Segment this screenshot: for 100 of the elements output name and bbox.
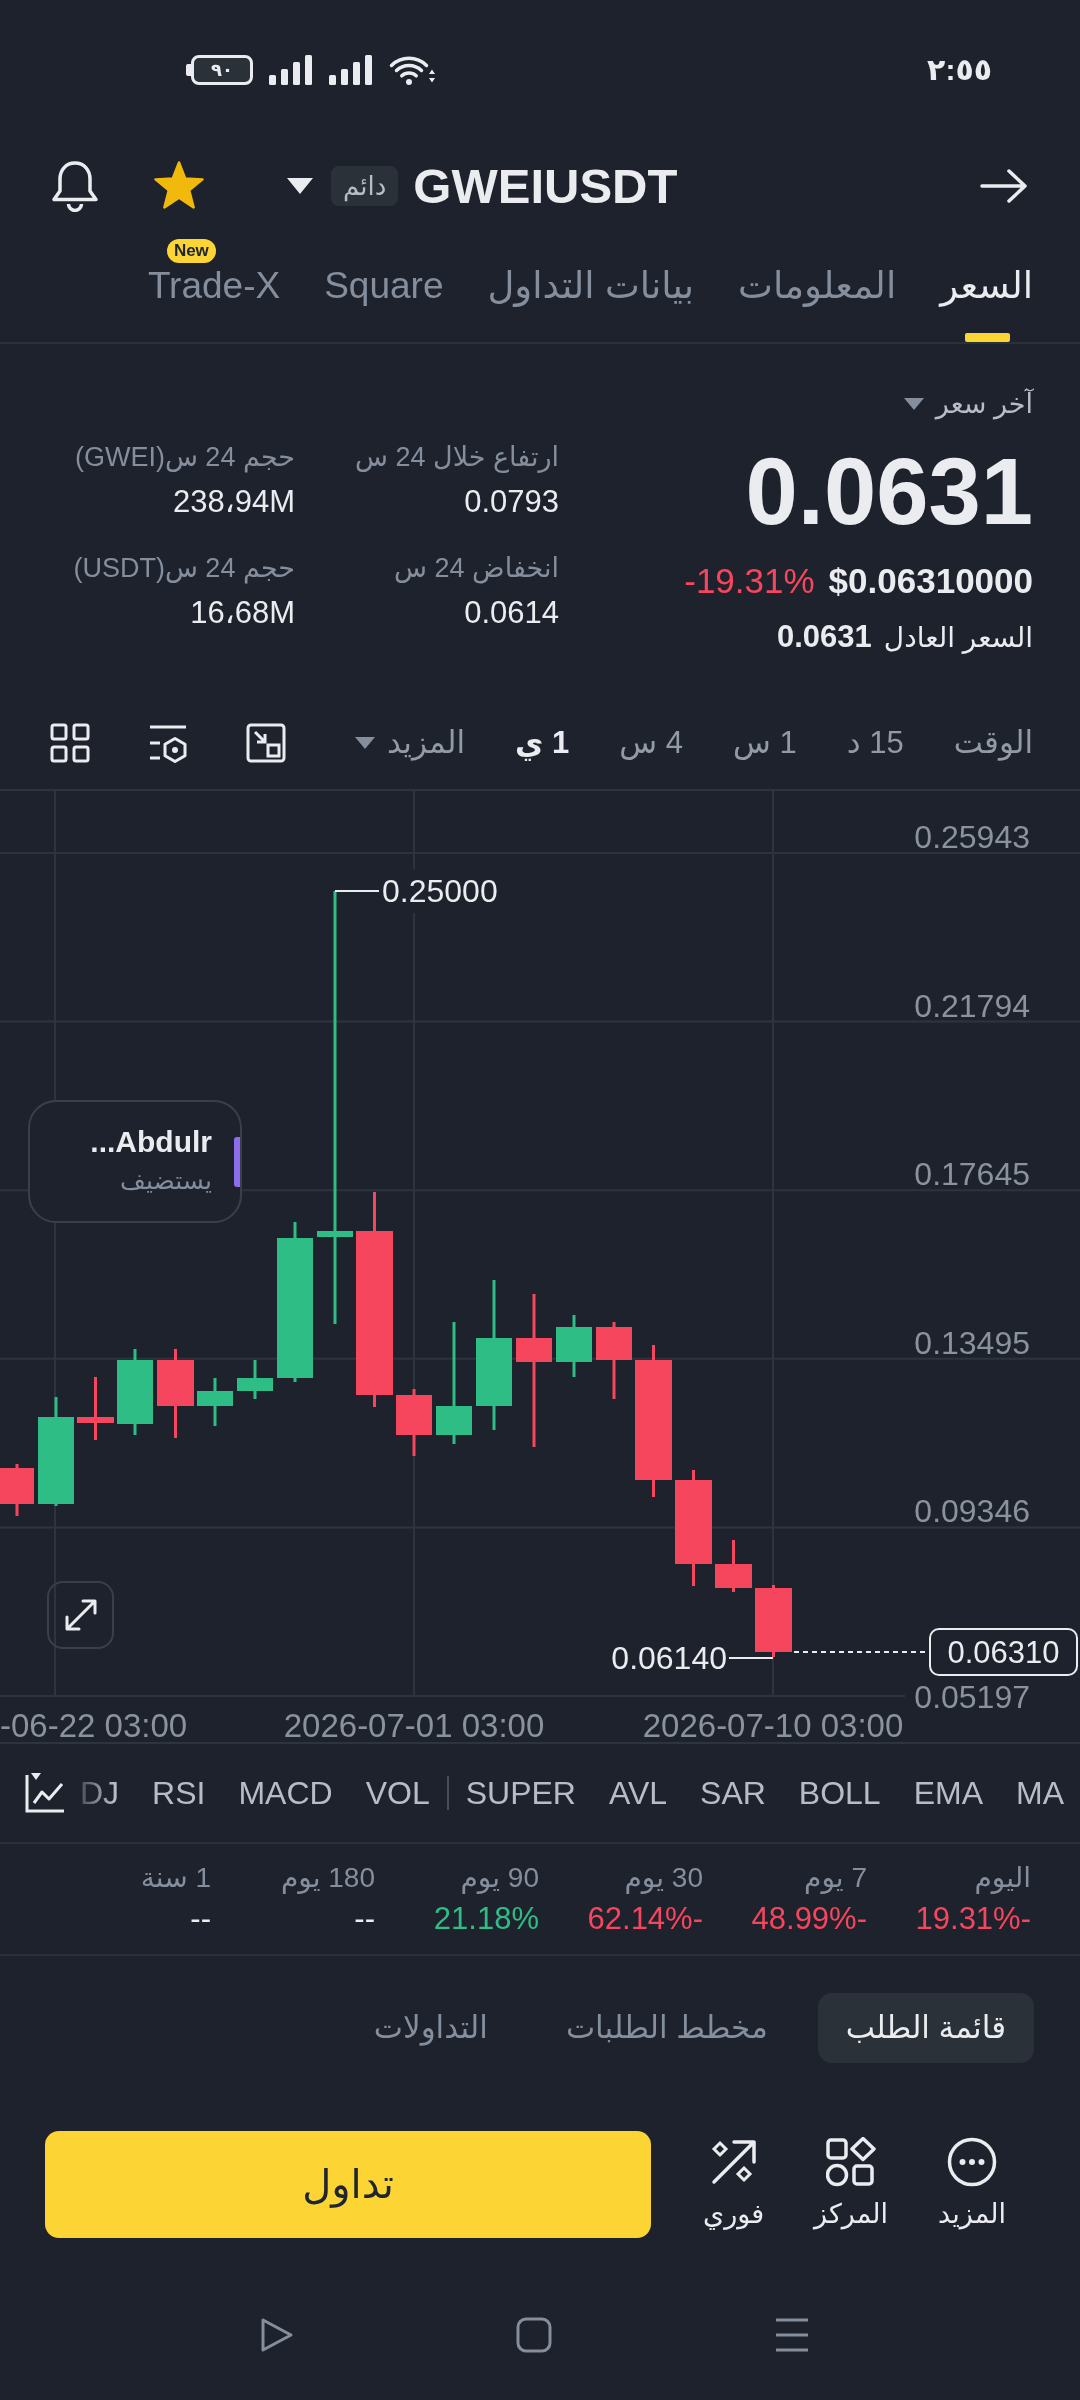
stat-value: 0.0793 <box>464 484 559 520</box>
candle <box>715 1540 752 1592</box>
page-tab[interactable]: Trade-X <box>147 266 281 342</box>
period-label: اليوم <box>974 1861 1031 1895</box>
indicator-tab[interactable]: DJ <box>79 1773 120 1813</box>
candle <box>0 1464 34 1516</box>
stat-value: 0.0614 <box>464 595 559 631</box>
trade-button[interactable]: تداول <box>45 2130 651 2238</box>
square-icon[interactable] <box>516 2316 552 2353</box>
price-axis-label: 0.25943 <box>914 819 1030 855</box>
status-time: ٢:٥٥ <box>927 52 992 88</box>
signal-icon <box>269 55 313 85</box>
live-status: يستضيف <box>120 1165 212 1196</box>
streamer-name: Abdulr... <box>90 1124 212 1160</box>
stat-label: حجم 24 س(GWEI) <box>74 441 295 475</box>
signal-icon <box>329 55 373 85</box>
time-axis-label: 2026-07-10 03:00 <box>642 1707 904 1744</box>
price-change: -19.31% <box>684 561 815 601</box>
timeframe-tab[interactable]: 1 ي <box>515 722 570 763</box>
timeframe-tab[interactable]: الوقت <box>953 722 1033 763</box>
expand-button[interactable] <box>47 1581 114 1649</box>
candle <box>755 1585 792 1657</box>
action-button[interactable]: فوري <box>703 2137 765 2231</box>
new-badge: New <box>166 239 216 263</box>
indicator-tab[interactable]: SUPER <box>465 1773 576 1813</box>
indicator-tab[interactable]: MA <box>1016 1773 1064 1813</box>
price-axis-label: 0.17645 <box>914 1156 1030 1193</box>
period-change: 21.18% <box>433 1901 539 1937</box>
candle <box>237 1360 273 1399</box>
page-tab[interactable]: Square <box>324 266 444 342</box>
price-axis-label: 0.09346 <box>914 1493 1030 1530</box>
last-price: 0.0631 <box>745 444 1033 540</box>
price-type-dropdown[interactable]: آخر سعر <box>903 386 1033 422</box>
stat-value: 16،68M <box>190 595 295 631</box>
stat-value: 238،94M <box>172 484 295 520</box>
caret-down-icon <box>355 736 376 749</box>
book-tab[interactable]: قائمة الطلب <box>817 1992 1034 2063</box>
period-change: -19.31% <box>915 1901 1031 1937</box>
indicator-tab[interactable]: BOLL <box>798 1773 881 1813</box>
indicator-tab[interactable]: VOL <box>365 1773 430 1813</box>
stat-label: ارتفاع خلال 24 س <box>355 441 559 475</box>
timeframe-tab[interactable]: 15 د <box>846 722 904 763</box>
caret-down-icon[interactable] <box>287 178 313 194</box>
indicator-tab[interactable]: SAR <box>700 1773 766 1813</box>
arrow-right-icon[interactable] <box>980 168 1028 204</box>
book-tab[interactable]: مخطط الطلبات <box>537 1992 796 2063</box>
period-label: 1 سنة <box>140 1861 211 1895</box>
period-change: -- <box>354 1901 375 1937</box>
stat-label: انخفاض 24 س <box>394 552 559 586</box>
bell-icon[interactable] <box>50 160 100 212</box>
page-tab[interactable]: بيانات التداول <box>487 266 695 342</box>
last-price-tag: 0.06310 <box>929 1628 1078 1676</box>
candle <box>77 1377 114 1440</box>
pair-title[interactable]: GWEIUSDT <box>413 158 678 214</box>
indicator-tab[interactable]: EMA <box>913 1773 983 1813</box>
period-label: 90 يوم <box>460 1861 539 1895</box>
menu-icon[interactable] <box>774 2316 810 2353</box>
arrow-square-icon[interactable] <box>246 722 286 763</box>
page-tab[interactable]: السعر <box>940 266 1033 342</box>
wifi-icon <box>389 54 435 86</box>
indicator-tab[interactable]: MACD <box>238 1773 333 1813</box>
indicator-tab[interactable]: RSI <box>152 1773 206 1813</box>
timeframe-tab[interactable]: 1 س <box>733 722 797 763</box>
period-change: -62.14% <box>587 1901 703 1937</box>
leader-line <box>728 1657 774 1659</box>
contract-badge: دائم <box>331 166 399 206</box>
period-label: 30 يوم <box>624 1861 703 1895</box>
high-price-label: 0.25000 <box>382 873 498 909</box>
page-tab[interactable]: المعلومات <box>738 266 897 342</box>
timeframe-tab[interactable]: 4 س <box>619 722 684 763</box>
side-tab-icon <box>234 1137 240 1187</box>
expand-icon <box>63 1598 98 1632</box>
candle <box>556 1315 592 1377</box>
fair-price-value: 0.0631 <box>777 619 872 655</box>
more-icon <box>947 2137 998 2187</box>
period-change: -48.99% <box>751 1901 867 1937</box>
battery-indicator: ٩٠ <box>186 55 253 85</box>
usd-price: $0.06310000 <box>828 561 1033 601</box>
grid-icon[interactable] <box>50 722 90 763</box>
period-change: -- <box>190 1901 211 1937</box>
price-axis-label: 0.21794 <box>914 987 1030 1024</box>
low-price-label: 0.06140 <box>611 1640 727 1676</box>
more-dropdown[interactable]: المزيد <box>355 722 466 763</box>
leader-line <box>334 890 380 892</box>
action-button[interactable]: المركز <box>814 2137 889 2231</box>
indicator-tab[interactable]: AVL <box>608 1773 668 1813</box>
period-label: 7 يوم <box>804 1861 867 1895</box>
period-label: 180 يوم <box>280 1861 375 1895</box>
candle <box>396 1389 432 1456</box>
star-icon[interactable] <box>153 161 205 211</box>
action-button[interactable]: المزيد <box>938 2137 1006 2231</box>
stat-label: حجم 24 س(USDT) <box>73 552 295 586</box>
price-axis-label: 0.13495 <box>914 1324 1030 1361</box>
time-axis-label: 2026-07-01 03:00 <box>283 1707 545 1744</box>
caret-down-icon <box>903 398 924 410</box>
book-tab[interactable]: التداولات <box>345 1992 516 2063</box>
candle <box>197 1378 233 1426</box>
time-axis-label: -06-22 03:00 <box>0 1707 188 1744</box>
chart-line-icon[interactable] <box>24 1772 66 1814</box>
price-axis-label: 0.05197 <box>914 1679 1030 1715</box>
